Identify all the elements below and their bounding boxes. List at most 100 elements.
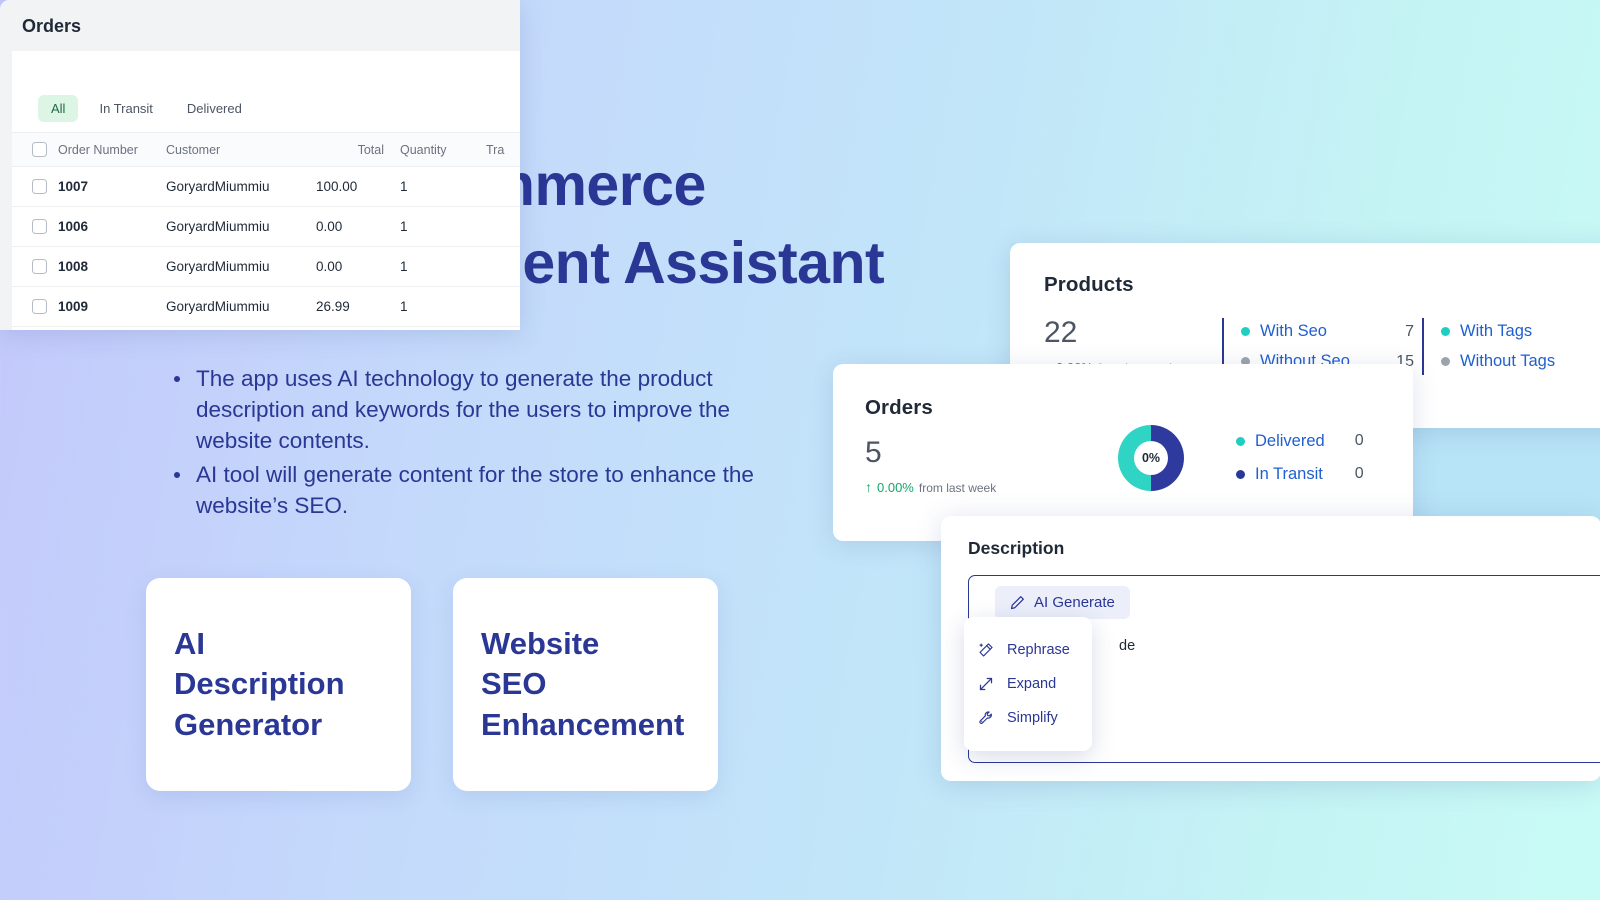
legend-label: Delivered (1255, 431, 1325, 450)
cell-customer: GoryardMiummiu (166, 326, 316, 330)
legend-value: 0 (1354, 465, 1364, 482)
tab-delivered[interactable]: Delivered (174, 95, 255, 122)
orders-delta-note: from last week (918, 481, 997, 495)
cell-tracking (486, 166, 520, 207)
legend-dot-icon (1241, 327, 1250, 336)
table-row[interactable]: 1008 GoryardMiummiu 0.00 1 (12, 246, 520, 287)
legend-row-with-seo[interactable]: With Seo 7 (1241, 322, 1414, 341)
cell-customer: GoryardMiummiu (166, 246, 316, 287)
ai-generate-button[interactable]: AI Generate (995, 586, 1130, 619)
orders-delta-percent: 0.00% (877, 480, 914, 495)
orders-table-tabs: All In Transit Delivered (12, 95, 520, 122)
legend-row-with-tags[interactable]: With Tags 1 (1441, 322, 1600, 341)
pencil-icon (1010, 595, 1025, 610)
tab-all[interactable]: All (38, 95, 79, 122)
cell-total: 0.00 (316, 206, 400, 247)
cell-order-number: 1009 (58, 286, 166, 327)
trend-up-arrow-icon: ↑ (865, 479, 872, 495)
ai-menu-item-rephrase[interactable]: Rephrase (964, 633, 1092, 667)
legend-label: With Tags (1460, 322, 1533, 340)
row-checkbox-cell[interactable] (12, 206, 58, 247)
legend-value: 1 (1583, 323, 1600, 341)
ai-menu-label: Rephrase (1007, 642, 1070, 658)
cell-tracking (486, 246, 520, 287)
magic-wand-icon (978, 642, 994, 658)
row-checkbox[interactable] (32, 299, 47, 314)
legend-dot-icon (1441, 327, 1450, 336)
orders-primary-stat: 5 ↑ 0.00% from last week (865, 420, 1080, 496)
ai-menu-label: Simplify (1007, 710, 1058, 726)
table-header-row: Order Number Customer Total Quantity Tra (12, 132, 520, 167)
products-total-value: 22 (1044, 316, 1078, 349)
legend-dot-icon (1236, 436, 1245, 446)
legend-row-delivered[interactable]: Delivered 0 (1236, 432, 1364, 451)
feature-card-ai-description-generator[interactable]: AI Description Generator (146, 578, 411, 791)
header-order-number[interactable]: Order Number (58, 132, 166, 167)
row-checkbox-cell[interactable] (12, 286, 58, 327)
feature-card-label: Website SEO Enhancement (481, 626, 685, 742)
row-checkbox-cell[interactable] (12, 326, 58, 330)
legend-value: 7 (1405, 322, 1414, 340)
row-checkbox-cell[interactable] (12, 166, 58, 207)
header-customer[interactable]: Customer (166, 132, 316, 167)
cell-total: 0.00 (316, 246, 400, 287)
header-total[interactable]: Total (316, 132, 400, 167)
tab-in-transit[interactable]: In Transit (86, 95, 165, 122)
cell-tracking (486, 286, 520, 327)
table-row[interactable]: 1007 GoryardMiummiu 100.00 1 (12, 166, 520, 207)
feature-card-label: AI Description Generator (174, 626, 345, 742)
cell-tracking (486, 326, 520, 330)
hero-bullet-item: AI tool will generate content for the st… (170, 460, 810, 522)
select-all-checkbox[interactable] (32, 142, 47, 157)
orders-table-title: Orders (22, 16, 82, 36)
row-checkbox[interactable] (32, 259, 47, 274)
table-row[interactable]: 1006 GoryardMiummiu 0.00 1 (12, 206, 520, 247)
legend-label: Without Tags (1460, 352, 1556, 370)
table-row[interactable]: 1010 GoryardMiummiu 84.85 3 (12, 326, 520, 330)
legend-dot-icon (1441, 357, 1450, 366)
table-body: 1007 GoryardMiummiu 100.00 1 1006 Goryar… (12, 166, 520, 330)
description-card-title: Description (968, 538, 1065, 558)
row-checkbox-cell[interactable] (12, 246, 58, 287)
cell-order-number: 1006 (58, 206, 166, 247)
feature-cards: AI Description Generator Website SEO Enh… (146, 578, 718, 791)
feature-card-website-seo-enhancement[interactable]: Website SEO Enhancement (453, 578, 718, 791)
cell-order-number: 1008 (58, 246, 166, 287)
orders-card-title: Orders (865, 396, 933, 419)
legend-label: With Seo (1260, 322, 1327, 340)
cell-total: 100.00 (316, 166, 400, 207)
diagonal-arrows-icon (978, 676, 994, 692)
ai-menu-item-expand[interactable]: Expand (964, 667, 1092, 701)
cell-total: 26.99 (316, 286, 400, 327)
header-tracking[interactable]: Tra (486, 132, 520, 167)
cell-quantity: 3 (400, 326, 486, 330)
orders-stat-card: Orders 5 ↑ 0.00% from last week 0% Deliv… (833, 364, 1413, 541)
cell-quantity: 1 (400, 246, 486, 287)
ai-menu-label: Expand (1007, 676, 1057, 692)
orders-data-table: Order Number Customer Total Quantity Tra… (12, 132, 520, 330)
hero-bullets: The app uses AI technology to generate t… (170, 364, 810, 526)
cell-customer: GoryardMiummiu (166, 286, 316, 327)
legend-dot-icon (1236, 469, 1245, 479)
cell-order-number: 1010 (58, 326, 166, 330)
cell-quantity: 1 (400, 206, 486, 247)
orders-donut-chart: 0% (1118, 424, 1184, 491)
donut-center-label: 0% (1134, 440, 1168, 475)
hero-bullet-item: The app uses AI technology to generate t… (170, 364, 810, 456)
cell-quantity: 1 (400, 286, 486, 327)
ai-generate-label: AI Generate (1034, 594, 1115, 611)
orders-stat-row: 5 ↑ 0.00% from last week 0% Delivered 0 (865, 420, 1413, 495)
row-checkbox[interactable] (32, 219, 47, 234)
ai-menu-item-simplify[interactable]: Simplify (964, 701, 1092, 735)
header-select-all[interactable] (12, 132, 58, 167)
table-row[interactable]: 1009 GoryardMiummiu 26.99 1 (12, 286, 520, 327)
row-checkbox[interactable] (32, 179, 47, 194)
legend-row-without-tags[interactable]: Without Tags (1441, 352, 1600, 371)
orders-table-body: All In Transit Delivered Order Number Cu… (12, 51, 520, 330)
legend-row-in-transit[interactable]: In Transit 0 (1236, 465, 1364, 484)
cell-customer: GoryardMiummiu (166, 206, 316, 247)
header-quantity[interactable]: Quantity (400, 132, 486, 167)
cell-order-number: 1007 (58, 166, 166, 207)
wrench-icon (978, 710, 994, 726)
legend-value: 0 (1354, 432, 1364, 449)
